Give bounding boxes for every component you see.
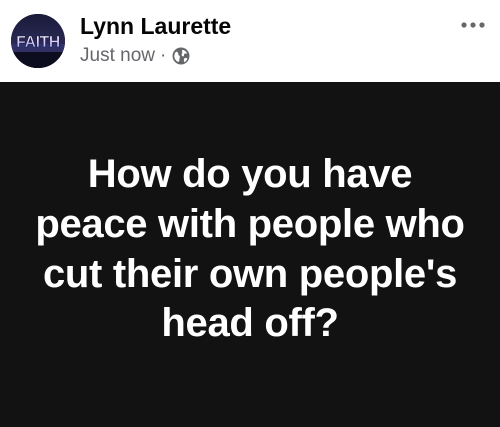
svg-text:FAITH: FAITH [16,34,60,51]
post-timestamp[interactable]: Just now [80,45,155,67]
facebook-post: FAITH Lynn Laurette Just now · How do yo… [0,0,500,427]
more-options-button[interactable] [456,10,490,40]
post-body: How do you have peace with people who cu… [0,82,500,427]
post-text: How do you have peace with people who cu… [35,152,465,346]
post-meta: Just now · [80,44,190,68]
more-options-icon [461,22,485,28]
post-header: FAITH Lynn Laurette Just now · [0,0,500,82]
avatar-image: FAITH [11,14,65,68]
avatar[interactable]: FAITH [11,14,65,68]
globe-icon[interactable] [172,47,190,65]
author-name[interactable]: Lynn Laurette [80,12,231,40]
meta-separator: · [159,45,167,66]
